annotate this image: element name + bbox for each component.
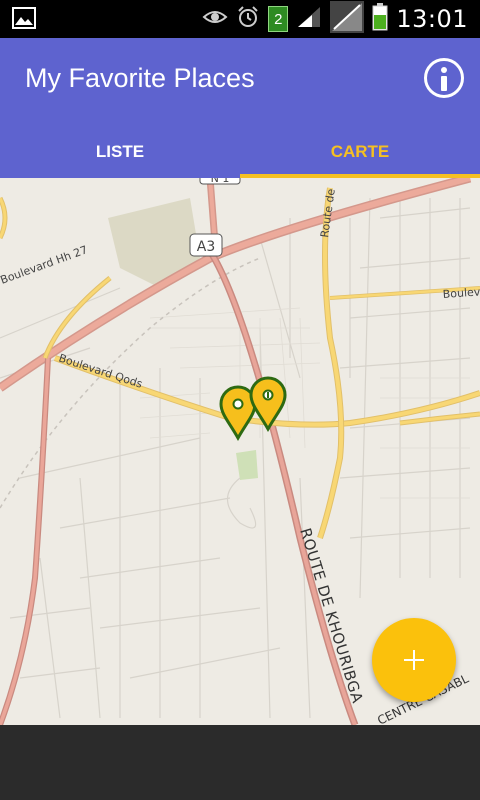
map-label-boulev: Bouleva (442, 285, 480, 301)
system-nav-bar (0, 725, 480, 800)
app-bar: My Favorite Places LISTE CARTE (0, 38, 480, 178)
alarm-icon (236, 5, 260, 34)
shield-n1: N 1 (199, 178, 241, 185)
tab-carte[interactable]: CARTE (240, 132, 480, 178)
app-title: My Favorite Places (25, 63, 255, 93)
status-bar: 2 13:01 (0, 0, 480, 38)
map-label-a3: A3 (197, 239, 215, 255)
tab-bar: LISTE CARTE (0, 132, 480, 178)
image-icon (12, 7, 36, 34)
add-place-button[interactable] (372, 618, 456, 702)
map-label-n1: N 1 (211, 178, 230, 185)
notification-badge: 2 (268, 6, 289, 32)
tab-liste[interactable]: LISTE (0, 132, 240, 178)
cell-signal-icon (330, 0, 365, 38)
status-icons: 2 13:01 (202, 0, 468, 38)
info-button[interactable] (424, 58, 464, 98)
map-label-route-khouribga: ROUTE DE KHOURIBGA (296, 526, 367, 706)
green-area (236, 450, 258, 480)
wifi-signal-icon (296, 5, 322, 34)
eye-icon (202, 7, 228, 32)
status-clock: 13:01 (396, 5, 468, 33)
map-label-boulevard-qods: Boulevard Qods (57, 351, 144, 390)
map-label-boulevard-hh27: Boulevard Hh 27 (0, 243, 89, 287)
screen: 2 13:01 My Favorite Places LISTE CARTE N… (0, 0, 480, 800)
battery-icon (372, 2, 388, 36)
shield-a3: A3 (189, 233, 223, 257)
